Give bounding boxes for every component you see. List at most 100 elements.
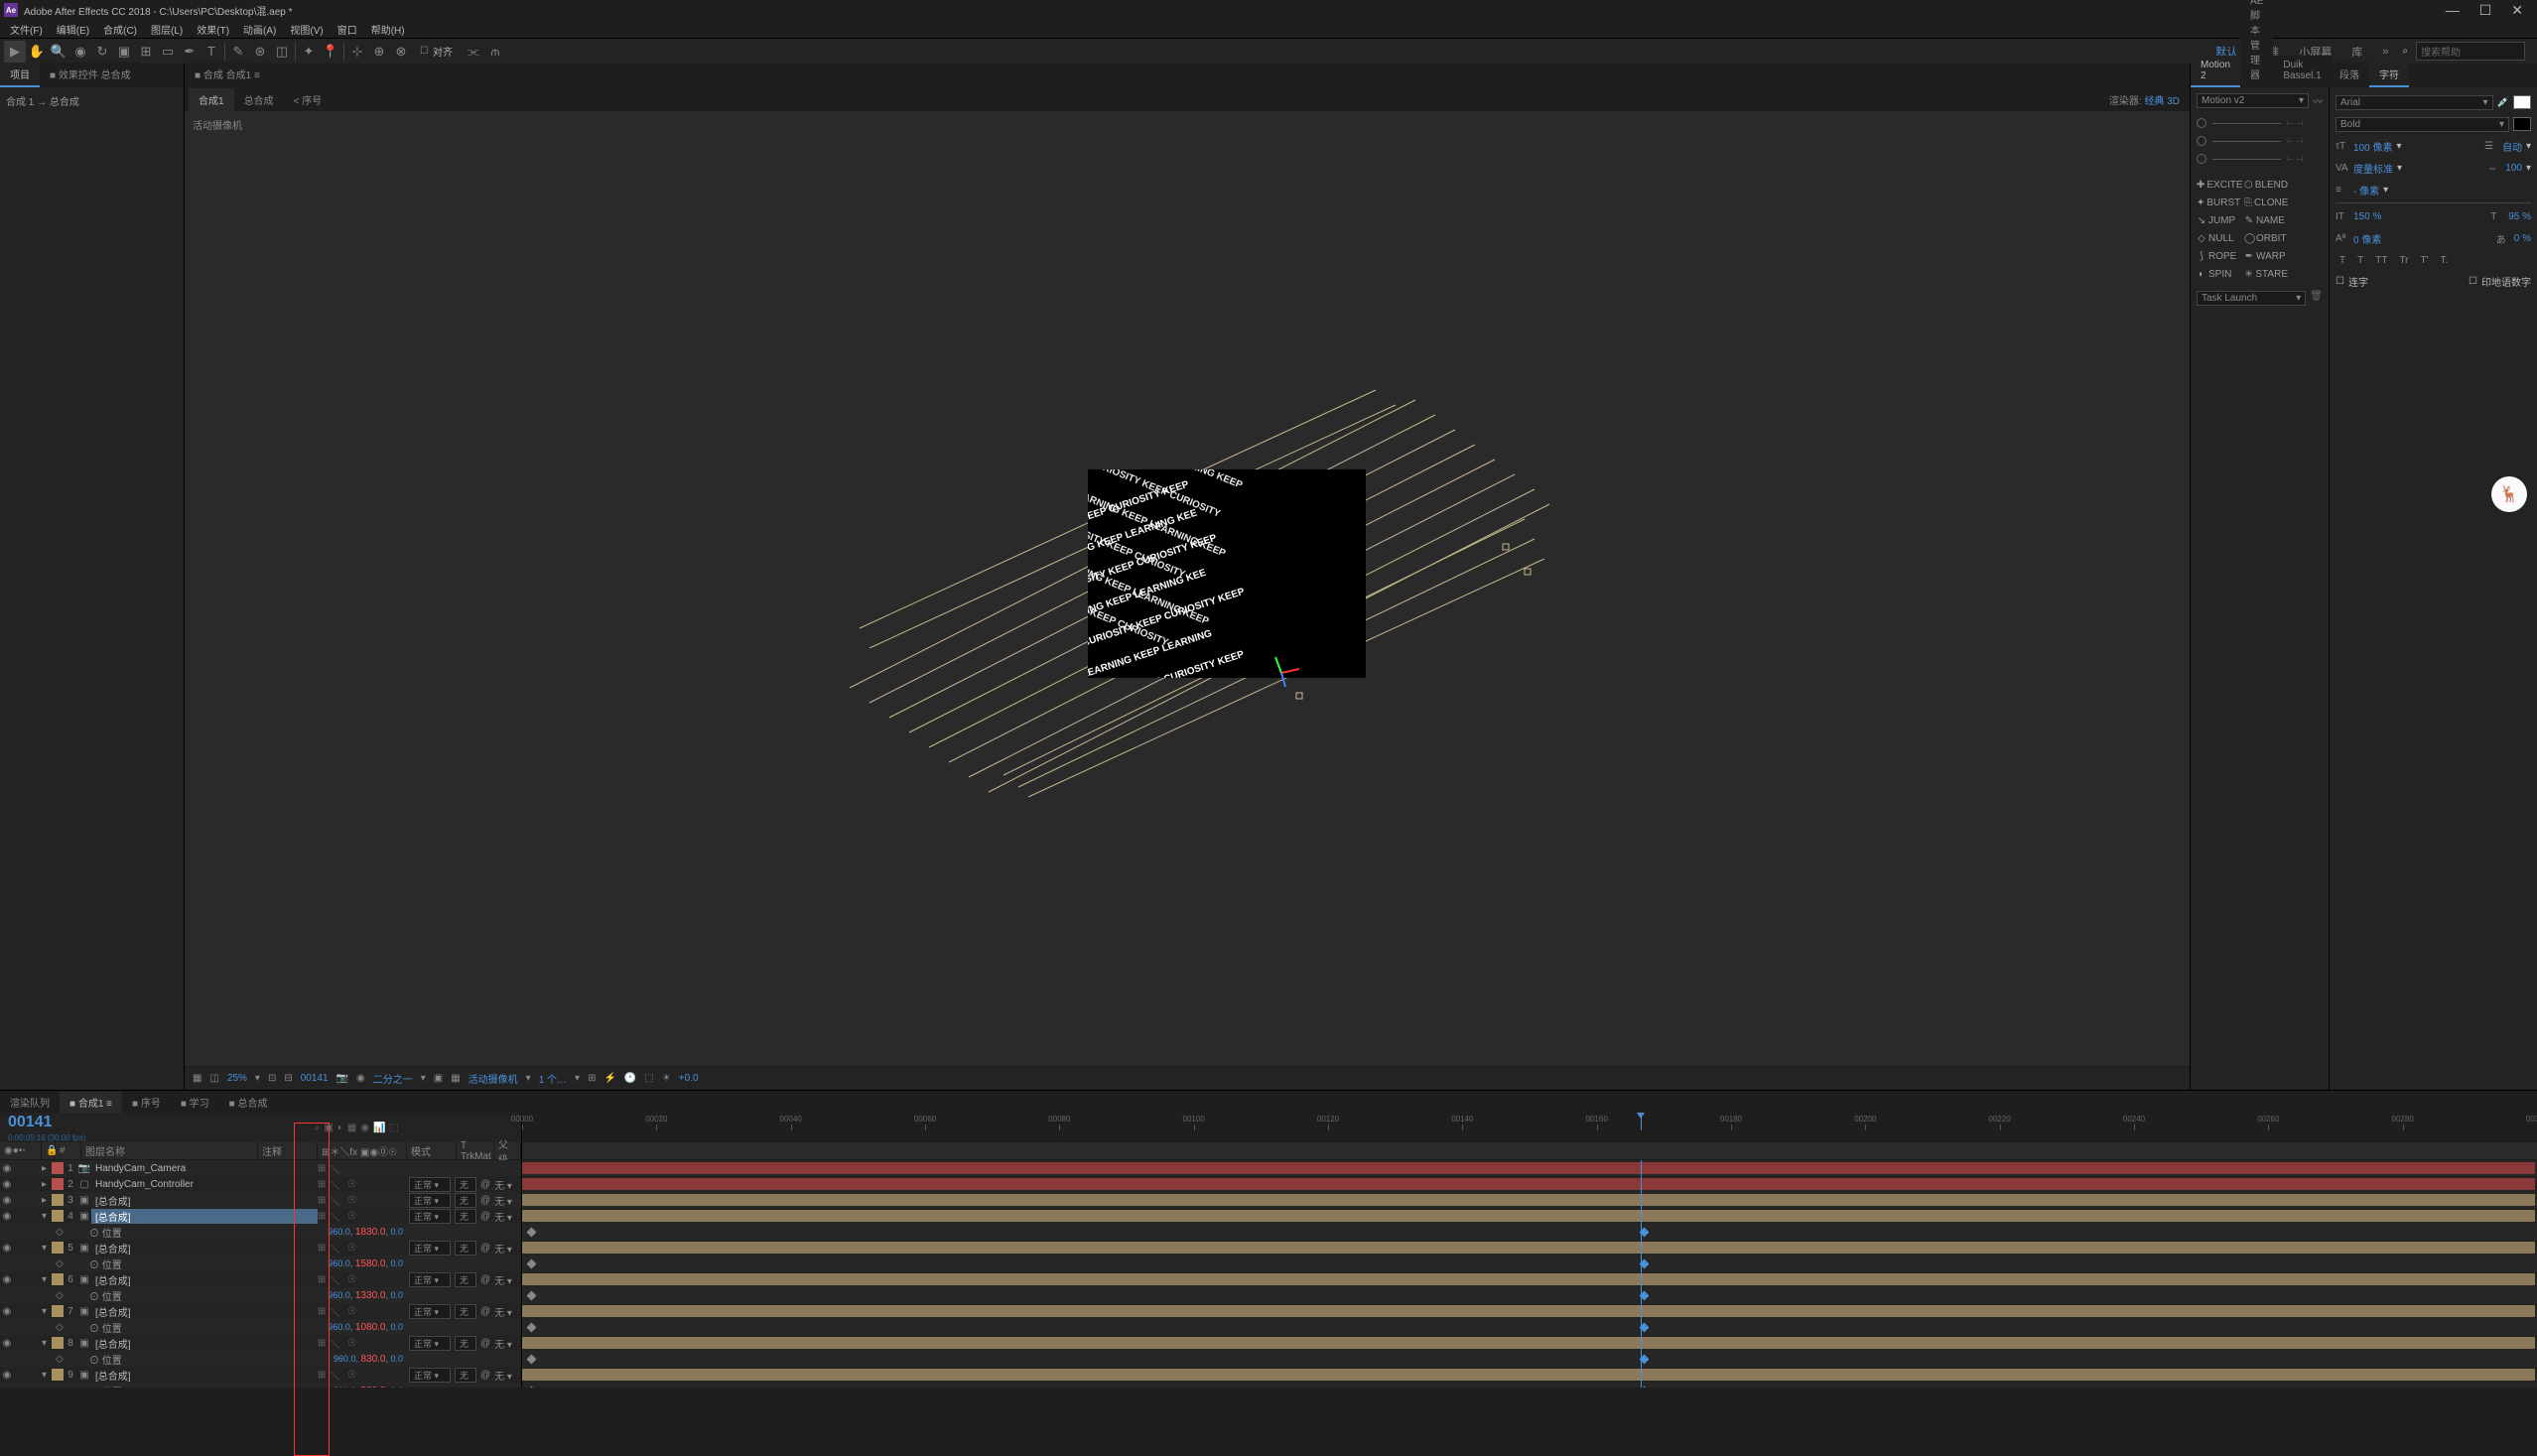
composition-viewer[interactable]: 活动摄像机 — [185, 111, 2190, 1066]
tab-paragraph[interactable]: 段落 — [2330, 63, 2369, 87]
exposure-reset-icon[interactable]: ☀ — [662, 1073, 671, 1084]
resolution-full-icon[interactable]: ⊡ — [268, 1073, 276, 1084]
snapshot-icon[interactable]: 📷 — [336, 1073, 348, 1084]
layer-row[interactable]: ◉▸1📷HandyCam_Camera⊞＼ — [0, 1160, 2537, 1176]
motion-graph-icon[interactable]: 〰 — [2313, 93, 2323, 108]
motion-btn-jump[interactable]: ↘JUMP — [2197, 213, 2240, 227]
parent-pickwhip-icon[interactable]: @ — [480, 1370, 490, 1381]
pixel-aspect-icon[interactable]: ⊞ — [588, 1073, 596, 1084]
comp-tab-1[interactable]: 合成1 — [189, 88, 234, 111]
layer-bar[interactable] — [522, 1178, 2535, 1190]
layer-name[interactable]: HandyCam_Camera — [91, 1163, 318, 1174]
menu-文件(F)[interactable]: 文件(F) — [4, 20, 49, 39]
timeline-tab-0[interactable]: 渲染队列 — [0, 1092, 60, 1113]
alpha-icon[interactable]: ◫ — [209, 1073, 218, 1084]
tsume-value[interactable]: 0 % — [2514, 233, 2531, 244]
comp-tab-3[interactable]: < 序号 — [284, 88, 333, 111]
ligature-checkbox[interactable]: ☐ — [2336, 276, 2344, 287]
active-camera-dropdown[interactable]: 活动摄像机 — [468, 1071, 518, 1086]
faux-btn-5[interactable]: T. — [2437, 253, 2453, 268]
type-tool[interactable]: T — [200, 41, 222, 63]
menu-窗口[interactable]: 窗口 — [332, 20, 363, 39]
region-icon[interactable]: ▣ — [434, 1073, 443, 1084]
keyframe-nav-icon[interactable]: ◇ — [56, 1227, 66, 1238]
trkmat-dropdown[interactable]: 无 — [455, 1193, 476, 1208]
snap-label[interactable]: 对齐 — [433, 44, 453, 59]
close-button[interactable]: ✕ — [2511, 2, 2523, 19]
parent-pickwhip-icon[interactable]: @ — [480, 1195, 490, 1206]
label-color[interactable] — [52, 1162, 64, 1174]
switches[interactable]: ⊞＼☉ — [318, 1336, 407, 1351]
transparency-icon[interactable]: ▦ — [451, 1073, 460, 1084]
timeline-ruler[interactable]: 0000000020000400006000080001000012000140… — [521, 1113, 2537, 1142]
pan-behind-tool[interactable]: ⊞ — [135, 41, 157, 63]
tl-shy-icon[interactable]: ◐ — [337, 1123, 343, 1133]
floating-badge-icon[interactable]: 🦌 — [2491, 476, 2527, 512]
parent-dropdown[interactable]: 无 ▾ — [494, 1193, 512, 1208]
renderer-value[interactable]: 经典 3D — [2144, 96, 2180, 107]
tab-character[interactable]: 字符 — [2369, 63, 2409, 87]
layer-bar[interactable] — [522, 1194, 2535, 1206]
layer-bar[interactable] — [522, 1210, 2535, 1222]
tab-motion2[interactable]: Motion 2 — [2191, 56, 2240, 87]
property-row[interactable]: ◇⊙ 位置960.0, 580.0, 0.0 — [0, 1383, 2537, 1388]
maximize-button[interactable]: ☐ — [2479, 2, 2492, 19]
visibility-toggle[interactable]: ◉ — [0, 1338, 14, 1349]
3d-icon[interactable]: ⬚ — [644, 1073, 653, 1084]
menu-编辑(E)[interactable]: 编辑(E) — [51, 20, 95, 39]
label-color[interactable] — [52, 1242, 64, 1254]
keyframe-icon[interactable] — [527, 1291, 537, 1301]
view-axis-icon[interactable]: ⊗ — [390, 41, 412, 63]
parent-dropdown[interactable]: 无 ▾ — [494, 1177, 512, 1192]
property-row[interactable]: ◇⊙ 位置960.0, 1580.0, 0.0 — [0, 1256, 2537, 1271]
trkmat-dropdown[interactable]: 无 — [455, 1177, 476, 1192]
blend-mode-dropdown[interactable]: 正常 ▾ — [409, 1193, 451, 1208]
layer-row[interactable]: ◉▾5▣[总合成]⊞＼☉正常 ▾无@无 ▾ — [0, 1240, 2537, 1256]
blend-mode-dropdown[interactable]: 正常 ▾ — [409, 1368, 451, 1383]
shape-tool[interactable]: ▭ — [157, 41, 179, 63]
motion-btn-burst[interactable]: ✦BURST — [2197, 196, 2240, 209]
snapping-extend-icon[interactable]: ⫙ — [484, 41, 506, 63]
twirl-icon[interactable]: ▸ — [42, 1179, 52, 1190]
view-layout-dropdown[interactable]: 1 个… — [539, 1071, 567, 1086]
vscale-value[interactable]: 150 % — [2353, 211, 2381, 222]
faux-btn-2[interactable]: TT — [2371, 253, 2391, 268]
blend-mode-dropdown[interactable]: 正常 ▾ — [409, 1272, 451, 1287]
layer-bar[interactable] — [522, 1305, 2535, 1317]
position-value[interactable]: 960.0, 1580.0, 0.0 — [328, 1258, 407, 1269]
font-style-dropdown[interactable]: Bold▾ — [2336, 117, 2509, 132]
font-size-value[interactable]: 100 像素 — [2353, 139, 2392, 154]
timeline-tab-3[interactable]: ■ 学习 — [171, 1092, 219, 1113]
tl-search-icon[interactable]: ⌕ — [315, 1123, 321, 1133]
switches[interactable]: ⊞＼☉ — [318, 1193, 407, 1208]
motion-ease-out-radio[interactable] — [2197, 136, 2206, 146]
motion-btn-name[interactable]: ✎NAME — [2244, 213, 2288, 227]
layer-bar[interactable] — [522, 1273, 2535, 1285]
faux-btn-0[interactable]: T — [2336, 253, 2349, 268]
resolution-dropdown[interactable]: 二分之一 — [373, 1071, 413, 1086]
visibility-toggle[interactable]: ◉ — [0, 1179, 14, 1190]
motion-btn-warp[interactable]: ✒WARP — [2244, 249, 2288, 263]
hindi-checkbox[interactable]: ☐ — [2469, 276, 2477, 287]
menu-视图(V)[interactable]: 视图(V) — [284, 20, 329, 39]
selection-tool[interactable]: ▶ — [4, 41, 26, 63]
parent-pickwhip-icon[interactable]: @ — [480, 1306, 490, 1317]
menu-帮助(H)[interactable]: 帮助(H) — [365, 20, 411, 39]
keyframe-nav-icon[interactable]: ◇ — [56, 1354, 66, 1365]
trkmat-dropdown[interactable]: 无 — [455, 1241, 476, 1256]
visibility-toggle[interactable]: ◉ — [0, 1274, 14, 1285]
tl-graph-icon[interactable]: 📊 — [373, 1123, 385, 1133]
grid-icon[interactable]: ▦ — [193, 1073, 201, 1084]
keyframe-icon[interactable] — [527, 1228, 537, 1238]
property-row[interactable]: ◇⊙ 位置960.0, 1330.0, 0.0 — [0, 1287, 2537, 1303]
layer-name[interactable]: [总合成] — [91, 1193, 318, 1208]
layer-name[interactable]: [总合成] — [91, 1336, 318, 1351]
motion-btn-rope[interactable]: ⟆ROPE — [2197, 249, 2240, 263]
blend-mode-dropdown[interactable]: 正常 ▾ — [409, 1177, 451, 1192]
camera-tool[interactable]: ▣ — [113, 41, 135, 63]
timeline-tab-2[interactable]: ■ 序号 — [122, 1092, 171, 1113]
motion-slider-2[interactable] — [2212, 141, 2281, 142]
motion-btn-blend[interactable]: ⬡BLEND — [2244, 178, 2288, 192]
faux-btn-4[interactable]: T' — [2417, 253, 2433, 268]
current-frame-display[interactable]: 00141 — [8, 1114, 85, 1131]
